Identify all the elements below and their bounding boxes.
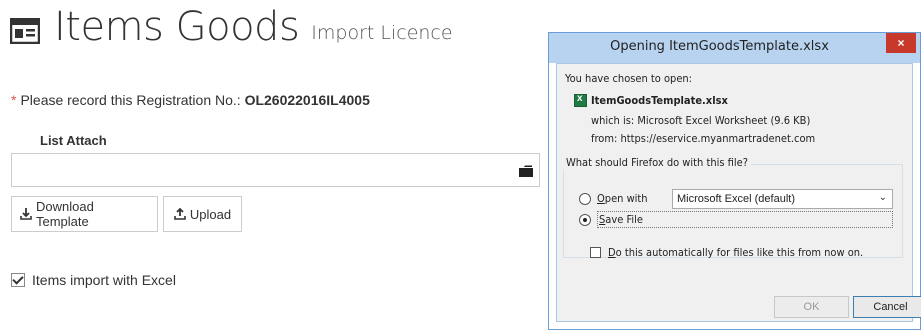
notice-text: Please record this Registration No.: — [20, 92, 241, 108]
dialog-body: You have chosen to open: ItemGoodsTempla… — [556, 63, 921, 322]
ok-button[interactable]: OK — [774, 296, 849, 318]
page-title: Items Goods — [54, 4, 300, 50]
page-header: Items Goods Import Licence — [9, 2, 453, 52]
items-import-excel-row[interactable]: Items import with Excel — [11, 272, 176, 288]
open-with-app-select[interactable]: Microsoft Excel (default) ⌄ — [672, 189, 893, 209]
folder-icon[interactable] — [519, 164, 533, 177]
save-file-label[interactable]: Save File — [599, 213, 643, 226]
attach-file-input[interactable] — [11, 153, 540, 187]
save-file-radio[interactable] — [579, 214, 591, 226]
items-import-excel-checkbox[interactable] — [11, 273, 25, 287]
registration-notice: * Please record this Registration No.: OL… — [11, 92, 370, 108]
upload-button[interactable]: Upload — [163, 196, 242, 232]
open-file-dialog: Opening ItemGoodsTemplate.xlsx × You hav… — [548, 32, 921, 330]
dialog-file-type: which is: Microsoft Excel Worksheet (9.6… — [591, 114, 811, 127]
dialog-intro: You have chosen to open: — [565, 72, 693, 85]
list-attach-label: List Attach — [40, 133, 107, 148]
list-icon — [9, 17, 41, 45]
items-import-excel-label: Items import with Excel — [32, 272, 176, 288]
chevron-down-icon: ⌄ — [878, 192, 887, 203]
action-group-legend: What should Firefox do with this file? — [563, 156, 751, 169]
excel-file-icon — [574, 93, 587, 107]
cancel-button[interactable]: Cancel — [853, 296, 921, 318]
dialog-file-source: from: https://eservice.myanmartradenet.c… — [591, 132, 816, 145]
open-with-app-value: Microsoft Excel (default) — [677, 193, 795, 205]
close-icon[interactable]: × — [886, 33, 916, 53]
page-subtitle: Import Licence — [311, 22, 453, 44]
dialog-titlebar[interactable]: Opening ItemGoodsTemplate.xlsx × — [549, 33, 920, 63]
auto-action-checkbox[interactable] — [590, 247, 601, 258]
upload-icon — [174, 207, 186, 220]
dialog-filename: ItemGoodsTemplate.xlsx — [591, 94, 728, 107]
download-template-button[interactable]: Download Template — [11, 196, 158, 232]
download-template-label: Download Template — [36, 199, 94, 229]
registration-number: OL26022016IL4005 — [244, 92, 370, 108]
upload-label: Upload — [189, 206, 232, 222]
required-star: * — [11, 92, 17, 108]
open-with-label[interactable]: Open with — [597, 192, 648, 205]
download-icon — [20, 208, 32, 220]
auto-action-label[interactable]: Do this automatically for files like thi… — [608, 246, 863, 259]
dialog-title: Opening ItemGoodsTemplate.xlsx — [610, 39, 829, 54]
open-with-radio[interactable] — [579, 193, 591, 205]
